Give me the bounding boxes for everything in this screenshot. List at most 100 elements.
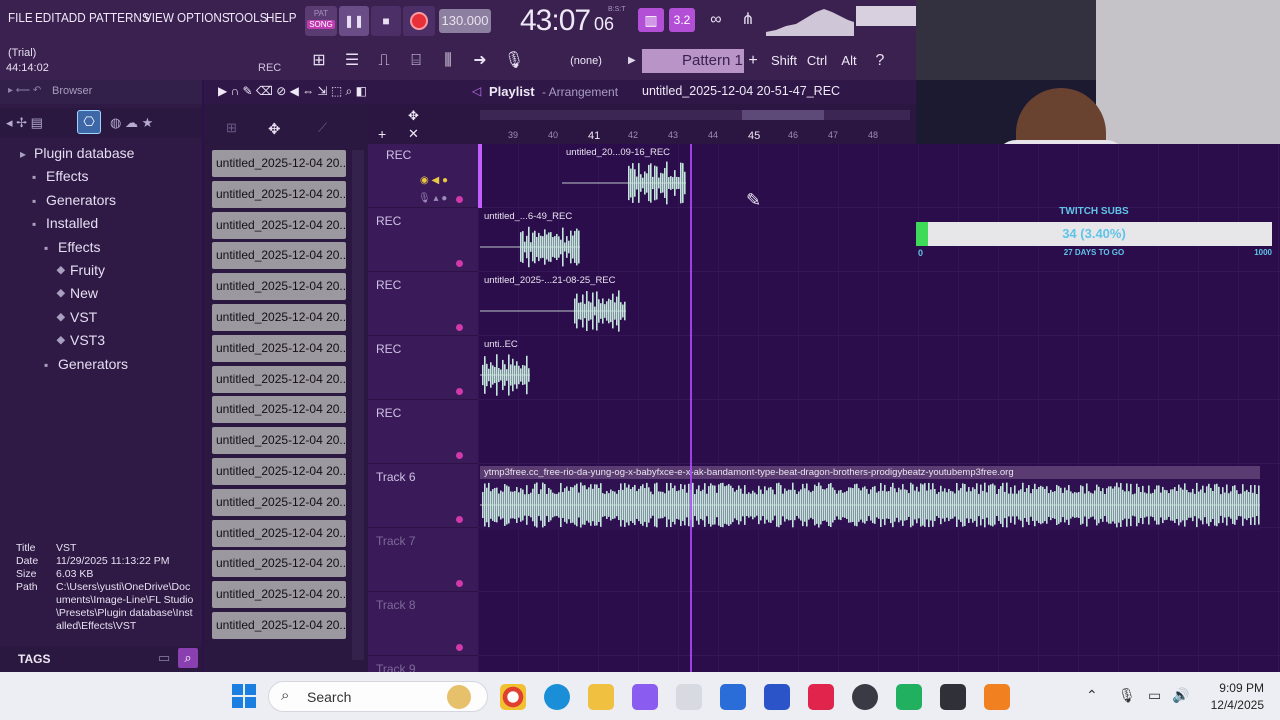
playlist-tools-icon[interactable]: ▶ ∩ ✎ ⌫ ⊘ ◀ ⇔ ⇲ ⬚ ⌕ ◧ bbox=[218, 84, 367, 99]
file-item[interactable]: untitled_2025-12-04 20.. bbox=[212, 150, 346, 177]
file-item[interactable]: untitled_2025-12-04 20.. bbox=[212, 427, 346, 455]
audio-clip[interactable]: untitled_...6-49_REC bbox=[480, 210, 580, 270]
filelist-link-icon[interactable]: ⟋ bbox=[318, 120, 327, 136]
track-name[interactable]: Track 6 bbox=[376, 470, 416, 484]
menu-file[interactable]: FILE bbox=[8, 10, 33, 30]
countdown-button[interactable]: 3.2 bbox=[669, 8, 695, 32]
track-led[interactable] bbox=[456, 580, 463, 587]
add-pattern-button[interactable]: + bbox=[745, 49, 761, 73]
file-explorer-icon[interactable] bbox=[588, 684, 614, 710]
file-item[interactable]: untitled_2025-12-04 20.. bbox=[212, 396, 346, 424]
microphone-button[interactable]: 🎙 bbox=[500, 46, 528, 76]
pattern-selector[interactable]: Pattern 1 bbox=[642, 49, 744, 73]
tree-item[interactable]: ▪ Effects bbox=[0, 236, 202, 259]
menu-patterns[interactable]: PATTERNS bbox=[89, 10, 150, 30]
audio-clip[interactable]: untitled_2025-...21-08-25_REC bbox=[480, 274, 626, 334]
windows-start-icon[interactable] bbox=[232, 684, 256, 708]
snap-icon[interactable]: ✥ bbox=[408, 108, 419, 124]
playhead[interactable] bbox=[690, 144, 692, 672]
file-item[interactable]: untitled_2025-12-04 20.. bbox=[212, 519, 346, 547]
menu-help[interactable]: HELP bbox=[266, 10, 297, 30]
file-item[interactable]: untitled_2025-12-04 20.. bbox=[212, 242, 346, 270]
folder-icon[interactable]: ▭ bbox=[158, 650, 170, 666]
next-button[interactable]: ➜ bbox=[466, 46, 494, 76]
browser-nav-icon[interactable]: ▸ ⟵ ↶ bbox=[8, 85, 41, 96]
chrome-icon[interactable] bbox=[500, 684, 526, 710]
menu-view[interactable]: VIEW bbox=[144, 10, 174, 30]
audio-clip[interactable]: ytmp3free.cc_free-rio-da-yung-og-x-babyf… bbox=[480, 466, 1260, 530]
alt-key-button[interactable]: Alt bbox=[835, 49, 863, 73]
capcut-icon[interactable] bbox=[940, 684, 966, 710]
filelist-grid-icon[interactable]: ⊞ bbox=[226, 120, 237, 136]
menu-tools[interactable]: TOOLS bbox=[228, 10, 267, 30]
clock-date[interactable]: 12/4/2025 bbox=[1196, 698, 1264, 712]
shift-key-button[interactable]: Shift bbox=[769, 49, 799, 73]
file-item[interactable]: untitled_2025-12-04 20.. bbox=[212, 365, 346, 393]
wait-input-button[interactable]: ⋔ bbox=[734, 5, 762, 35]
pat-song-switch[interactable]: PAT SONG bbox=[305, 6, 337, 36]
app-green-icon[interactable] bbox=[896, 684, 922, 710]
fl-studio-icon[interactable] bbox=[984, 684, 1010, 710]
mic-icon[interactable]: 🎙 ▴ ● bbox=[418, 193, 447, 204]
mixer-button[interactable]: ⫼ bbox=[434, 46, 462, 76]
taskbar-search[interactable]: ⌕ Search bbox=[268, 681, 488, 712]
track-led[interactable] bbox=[456, 516, 463, 523]
browser-button[interactable]: ⌸ bbox=[402, 46, 430, 76]
track-name[interactable]: Track 8 bbox=[376, 598, 416, 612]
file-item[interactable]: untitled_2025-12-04 20.. bbox=[212, 304, 346, 331]
file-item[interactable]: untitled_2025-12-04 20.. bbox=[212, 458, 346, 485]
track-led[interactable] bbox=[456, 388, 463, 395]
tempo-display[interactable]: 130.000 bbox=[439, 9, 491, 33]
file-item[interactable]: untitled_2025-12-04 20.. bbox=[212, 211, 346, 239]
tree-item[interactable]: ⯁ New bbox=[0, 282, 202, 305]
tree-item[interactable]: ▪ Generators bbox=[0, 189, 202, 212]
file-item[interactable]: untitled_2025-12-04 20.. bbox=[212, 488, 346, 516]
web-icon[interactable]: ◍ ☁ ★ bbox=[110, 115, 153, 131]
record-button[interactable] bbox=[403, 6, 435, 36]
playlist-options-icon[interactable]: ◁ bbox=[472, 84, 481, 98]
clock-time[interactable]: 9:09 PM bbox=[1204, 681, 1264, 695]
tree-item[interactable]: ▸ Plugin database bbox=[0, 142, 202, 165]
search-icon[interactable]: ⌕ bbox=[178, 648, 198, 668]
track-led[interactable] bbox=[456, 260, 463, 267]
scroll-thumb[interactable] bbox=[742, 110, 824, 120]
file-item[interactable]: untitled_2025-12-04 20.. bbox=[212, 273, 346, 301]
volume-icon[interactable]: 🔊 bbox=[1172, 687, 1189, 704]
network-icon[interactable]: ▭ bbox=[1148, 687, 1161, 704]
copilot-icon[interactable] bbox=[632, 684, 658, 710]
track-name[interactable]: REC bbox=[376, 214, 401, 228]
plugin-filter-icon[interactable]: ⎔ bbox=[77, 110, 101, 134]
track-name[interactable]: REC bbox=[376, 406, 401, 420]
track-name[interactable]: REC bbox=[386, 148, 411, 162]
pattern-none-select[interactable]: (none) bbox=[553, 52, 619, 70]
playlist-view-button[interactable]: ⊞ bbox=[305, 46, 333, 76]
help-button[interactable]: ? bbox=[866, 46, 894, 76]
pause-button[interactable]: ❚❚ bbox=[339, 6, 369, 36]
store-icon[interactable] bbox=[676, 684, 702, 710]
track-led[interactable] bbox=[456, 196, 463, 203]
filelist-scrollbar[interactable] bbox=[352, 150, 364, 660]
audio-clip[interactable]: unti..EC bbox=[480, 338, 530, 398]
chevron-up-icon[interactable]: ⌃ bbox=[1086, 687, 1098, 704]
track-led[interactable] bbox=[456, 452, 463, 459]
tiktok-icon[interactable] bbox=[808, 684, 834, 710]
file-item[interactable]: untitled_2025-12-04 20.. bbox=[212, 612, 346, 639]
tree-item[interactable]: ▪ Generators bbox=[0, 353, 202, 376]
add-track-icon[interactable]: + bbox=[378, 126, 386, 142]
menu-add[interactable]: ADD bbox=[61, 10, 86, 30]
channel-rack-button[interactable]: ☰ bbox=[338, 46, 366, 76]
tree-item[interactable]: ▪ Installed bbox=[0, 212, 202, 235]
obs-icon[interactable] bbox=[852, 684, 878, 710]
file-item[interactable]: untitled_2025-12-04 20.. bbox=[212, 180, 346, 208]
horizontal-scrollbar[interactable] bbox=[480, 110, 910, 120]
tree-item[interactable]: ▪ Effects bbox=[0, 165, 202, 188]
ctrl-key-button[interactable]: Ctrl bbox=[803, 49, 831, 73]
microphone-tray-icon[interactable]: 🎙 bbox=[1118, 687, 1136, 704]
file-item[interactable]: untitled_2025-12-04 20.. bbox=[212, 334, 346, 362]
metronome-button[interactable]: ▥ bbox=[638, 8, 664, 32]
edge-icon[interactable] bbox=[544, 684, 570, 710]
close-icon[interactable]: ✕ bbox=[408, 126, 419, 142]
track-led[interactable] bbox=[456, 644, 463, 651]
tree-item[interactable]: ⯁ VST bbox=[0, 306, 202, 329]
track-led[interactable] bbox=[456, 324, 463, 331]
